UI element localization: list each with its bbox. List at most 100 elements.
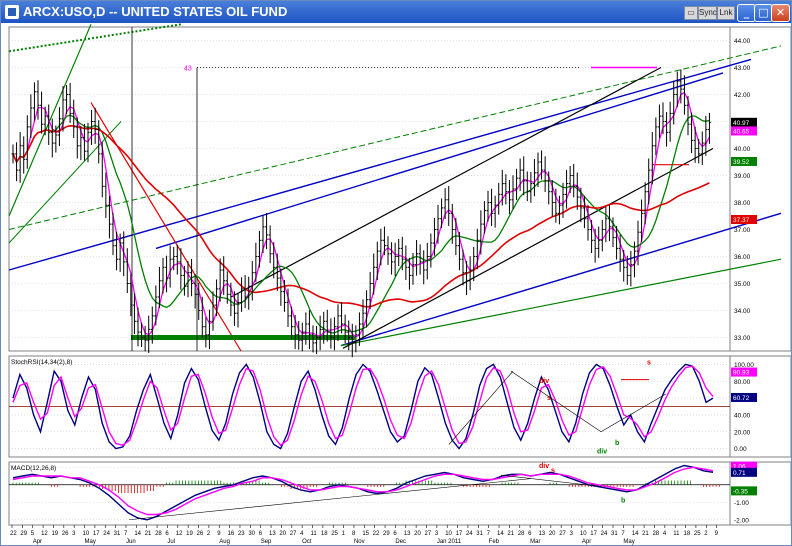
date-tick-label: 18 bbox=[684, 531, 691, 537]
month-label: Jun bbox=[126, 539, 136, 545]
app-icon bbox=[5, 5, 19, 19]
date-tick-label: 17 bbox=[590, 531, 597, 537]
date-tick-label: 6 bbox=[165, 531, 169, 537]
close-button[interactable]: ✕ bbox=[771, 4, 790, 22]
date-tick-label: 27 bbox=[290, 531, 297, 537]
date-tick-label: 26 bbox=[197, 531, 204, 537]
date-tick-label: 28 bbox=[518, 531, 525, 537]
date-tick-label: 10 bbox=[83, 531, 90, 537]
date-tick-label: 22 bbox=[373, 531, 380, 537]
date-tick-label: 10 bbox=[445, 531, 452, 537]
macd-tick-label: -1.00 bbox=[734, 500, 749, 507]
date-tick-label: 31 bbox=[476, 531, 483, 537]
stoch-title: StochRSI(14,34(2),8) bbox=[11, 359, 72, 366]
minimize-icon: _ bbox=[743, 6, 750, 19]
date-tick-label: 13 bbox=[269, 531, 276, 537]
close-icon: ✕ bbox=[775, 6, 786, 19]
date-tick-label: 25 bbox=[694, 531, 701, 537]
date-tick-label: 4 bbox=[663, 531, 667, 537]
price-tick-label: 44.00 bbox=[734, 38, 751, 45]
chart-area: 44.0043.0042.0041.0040.0039.0038.0037.00… bbox=[8, 23, 791, 545]
stoch-annotation: div bbox=[539, 378, 549, 385]
month-label: Aug bbox=[219, 539, 230, 545]
macd-annotation: b bbox=[621, 497, 625, 504]
macd-tick-label: -2.00 bbox=[734, 517, 749, 524]
date-tick-label: 24 bbox=[103, 531, 110, 537]
date-tick-label: 12 bbox=[176, 531, 183, 537]
date-tick-label: 7 bbox=[621, 531, 625, 537]
date-tick-label: 7 bbox=[487, 531, 491, 537]
target-annotation: 43 bbox=[184, 66, 192, 73]
date-tick-label: 31 bbox=[114, 531, 121, 537]
maximize-icon: □ bbox=[758, 6, 769, 19]
month-label: Oct bbox=[302, 539, 312, 545]
restore-view-button[interactable]: ▭ bbox=[684, 6, 698, 20]
price-tag-label: 90.93 bbox=[733, 370, 750, 377]
link-button[interactable]: Lnk bbox=[717, 6, 735, 20]
month-label: Feb bbox=[489, 539, 500, 545]
date-tick-label: 14 bbox=[134, 531, 141, 537]
date-tick-label: 6 bbox=[259, 531, 263, 537]
chart-window: ARCX:USO,D -- UNITED STATES OIL FUND ▭ S… bbox=[0, 0, 792, 546]
pane-macd bbox=[8, 461, 791, 526]
price-tick-label: 37.00 bbox=[734, 227, 751, 234]
stoch-annotation: s bbox=[547, 395, 551, 402]
macd-annotation: div bbox=[539, 463, 549, 470]
stoch-tick-label: 20.00 bbox=[734, 429, 751, 436]
date-tick-label: 18 bbox=[321, 531, 328, 537]
price-tick-label: 42.00 bbox=[734, 92, 751, 99]
date-tick-label: 10 bbox=[580, 531, 587, 537]
price-tag-label: -0.35 bbox=[733, 488, 748, 495]
price-tag-label: 40.65 bbox=[733, 128, 750, 135]
date-tick-label: 19 bbox=[186, 531, 193, 537]
date-tick-label: 19 bbox=[51, 531, 58, 537]
date-tick-label: 28 bbox=[155, 531, 162, 537]
stoch-annotation: div bbox=[597, 449, 607, 456]
price-tag-label: 60.72 bbox=[733, 395, 750, 402]
pane-price bbox=[8, 26, 791, 352]
month-label: May bbox=[85, 539, 96, 545]
stoch-annotation: b bbox=[615, 440, 619, 447]
date-tick-label: 29 bbox=[383, 531, 390, 537]
date-tick-label: 9 bbox=[217, 531, 221, 537]
macd-title: MACD(12,26,8) bbox=[11, 465, 56, 472]
date-tick-label: 8 bbox=[352, 531, 356, 537]
date-tick-label: 9 bbox=[715, 531, 719, 537]
sync-button[interactable]: Sync bbox=[698, 6, 717, 20]
window-title: ARCX:USO,D -- UNITED STATES OIL FUND bbox=[23, 4, 288, 19]
date-tick-label: 25 bbox=[331, 531, 338, 537]
date-tick-label: 4 bbox=[300, 531, 304, 537]
date-tick-label: 22 bbox=[10, 531, 17, 537]
date-tick-label: 17 bbox=[93, 531, 100, 537]
month-label: Jul bbox=[167, 539, 175, 545]
date-tick-label: 23 bbox=[238, 531, 245, 537]
date-tick-label: 11 bbox=[673, 531, 680, 537]
price-tag-label: 0.71 bbox=[733, 470, 746, 477]
stoch-tick-label: 80.00 bbox=[734, 379, 751, 386]
date-tick-label: 5 bbox=[31, 531, 35, 537]
date-tick-label: 24 bbox=[601, 531, 608, 537]
stoch-tick-label: 0.00 bbox=[734, 446, 747, 453]
date-tick-label: 20 bbox=[414, 531, 421, 537]
date-tick-label: 17 bbox=[456, 531, 463, 537]
date-tick-label: 27 bbox=[559, 531, 566, 537]
price-tick-label: 43.00 bbox=[734, 65, 751, 72]
date-tick-label: 20 bbox=[279, 531, 286, 537]
macd-annotation: s bbox=[551, 468, 555, 475]
date-tick-label: 1 bbox=[342, 531, 346, 537]
date-tick-label: 28 bbox=[652, 531, 659, 537]
date-tick-label: 6 bbox=[528, 531, 532, 537]
month-label: Apr bbox=[582, 539, 591, 545]
date-tick-label: 2 bbox=[207, 531, 211, 537]
date-tick-label: 2 bbox=[704, 531, 708, 537]
date-tick-label: 29 bbox=[20, 531, 27, 537]
month-label: Sep bbox=[261, 539, 272, 545]
price-tag-label: 40.97 bbox=[733, 120, 750, 127]
window-titlebar[interactable]: ARCX:USO,D -- UNITED STATES OIL FUND ▭ S… bbox=[1, 1, 791, 23]
month-label: Jan 2011 bbox=[437, 539, 462, 545]
price-tick-label: 38.00 bbox=[734, 200, 751, 207]
month-label: Nov bbox=[354, 539, 365, 545]
date-tick-label: 24 bbox=[466, 531, 473, 537]
price-tick-label: 34.00 bbox=[734, 308, 751, 315]
date-tick-label: 30 bbox=[248, 531, 255, 537]
